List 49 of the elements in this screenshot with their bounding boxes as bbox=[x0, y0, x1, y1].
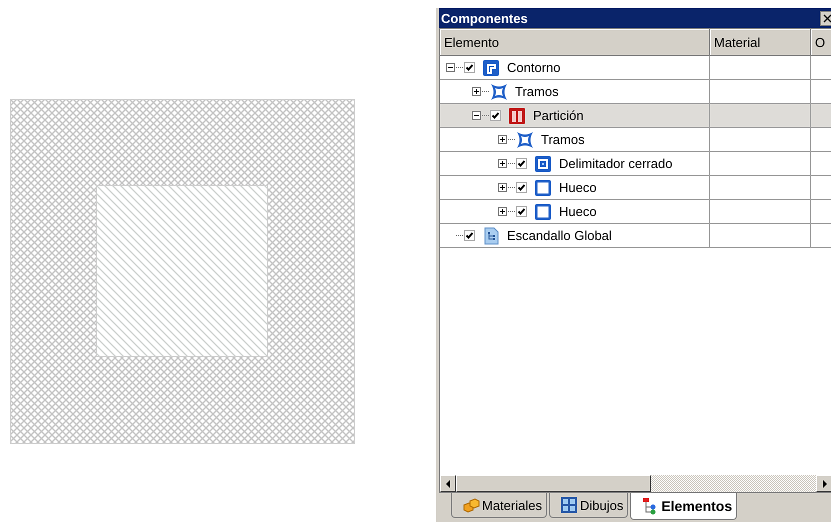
tree-label: Tramos bbox=[515, 84, 559, 99]
panel-tab[interactable]: Elementos bbox=[630, 493, 738, 520]
expand-icon[interactable] bbox=[498, 183, 507, 192]
left-arrow-icon bbox=[446, 480, 450, 488]
collapse-icon[interactable] bbox=[446, 63, 455, 72]
tree-label: Delimitador cerrado bbox=[559, 156, 672, 171]
expand-icon[interactable] bbox=[498, 207, 507, 216]
panel-title: Componentes bbox=[441, 10, 528, 26]
tree-row[interactable]: Tramos bbox=[440, 128, 831, 152]
tree-row[interactable]: Contorno bbox=[440, 56, 831, 80]
close-icon[interactable] bbox=[820, 10, 831, 26]
checkbox[interactable] bbox=[464, 62, 475, 73]
tree-row[interactable]: Hueco bbox=[440, 200, 831, 224]
column-header[interactable]: O bbox=[811, 29, 831, 56]
split-square-icon bbox=[508, 106, 526, 124]
scroll-right-button[interactable] bbox=[816, 475, 831, 492]
corner-square-icon bbox=[482, 58, 500, 76]
column-header[interactable]: Material bbox=[710, 29, 811, 56]
expand-icon[interactable] bbox=[498, 135, 507, 144]
scroll-left-button[interactable] bbox=[440, 475, 456, 492]
stacked-blocks-icon bbox=[462, 496, 480, 514]
tree-label: Tramos bbox=[541, 132, 585, 147]
checkbox[interactable] bbox=[516, 182, 527, 193]
panel-tab[interactable]: Materiales bbox=[451, 493, 547, 518]
tree-row[interactable]: Delimitador cerrado bbox=[440, 152, 831, 176]
tree-row[interactable]: Escandallo Global bbox=[440, 224, 831, 248]
column-header[interactable]: Elemento bbox=[440, 29, 710, 56]
expand-icon[interactable] bbox=[472, 87, 481, 96]
square-outline-icon bbox=[534, 202, 552, 220]
tree-label: Hueco bbox=[559, 180, 597, 195]
expand-icon[interactable] bbox=[498, 159, 507, 168]
tree-label: Contorno bbox=[507, 60, 560, 75]
tree-row[interactable]: Hueco bbox=[440, 176, 831, 200]
checkbox[interactable] bbox=[516, 158, 527, 169]
checkbox[interactable] bbox=[490, 110, 501, 121]
right-arrow-icon bbox=[822, 480, 826, 488]
tree-row[interactable]: Partición bbox=[440, 104, 831, 128]
nested-square-icon bbox=[534, 154, 552, 172]
checkbox[interactable] bbox=[464, 230, 475, 241]
collapse-icon[interactable] bbox=[472, 111, 481, 120]
checkbox[interactable] bbox=[516, 206, 527, 217]
tree-label: Escandallo Global bbox=[507, 228, 612, 243]
tree-label: Hueco bbox=[559, 204, 597, 219]
tree-label: Partición bbox=[533, 108, 584, 123]
document-icon bbox=[482, 226, 500, 244]
grid-icon bbox=[560, 496, 578, 514]
square-outline-icon bbox=[534, 178, 552, 196]
scrollbar-thumb[interactable] bbox=[456, 475, 651, 492]
panel-tab[interactable]: Dibujos bbox=[548, 493, 628, 518]
